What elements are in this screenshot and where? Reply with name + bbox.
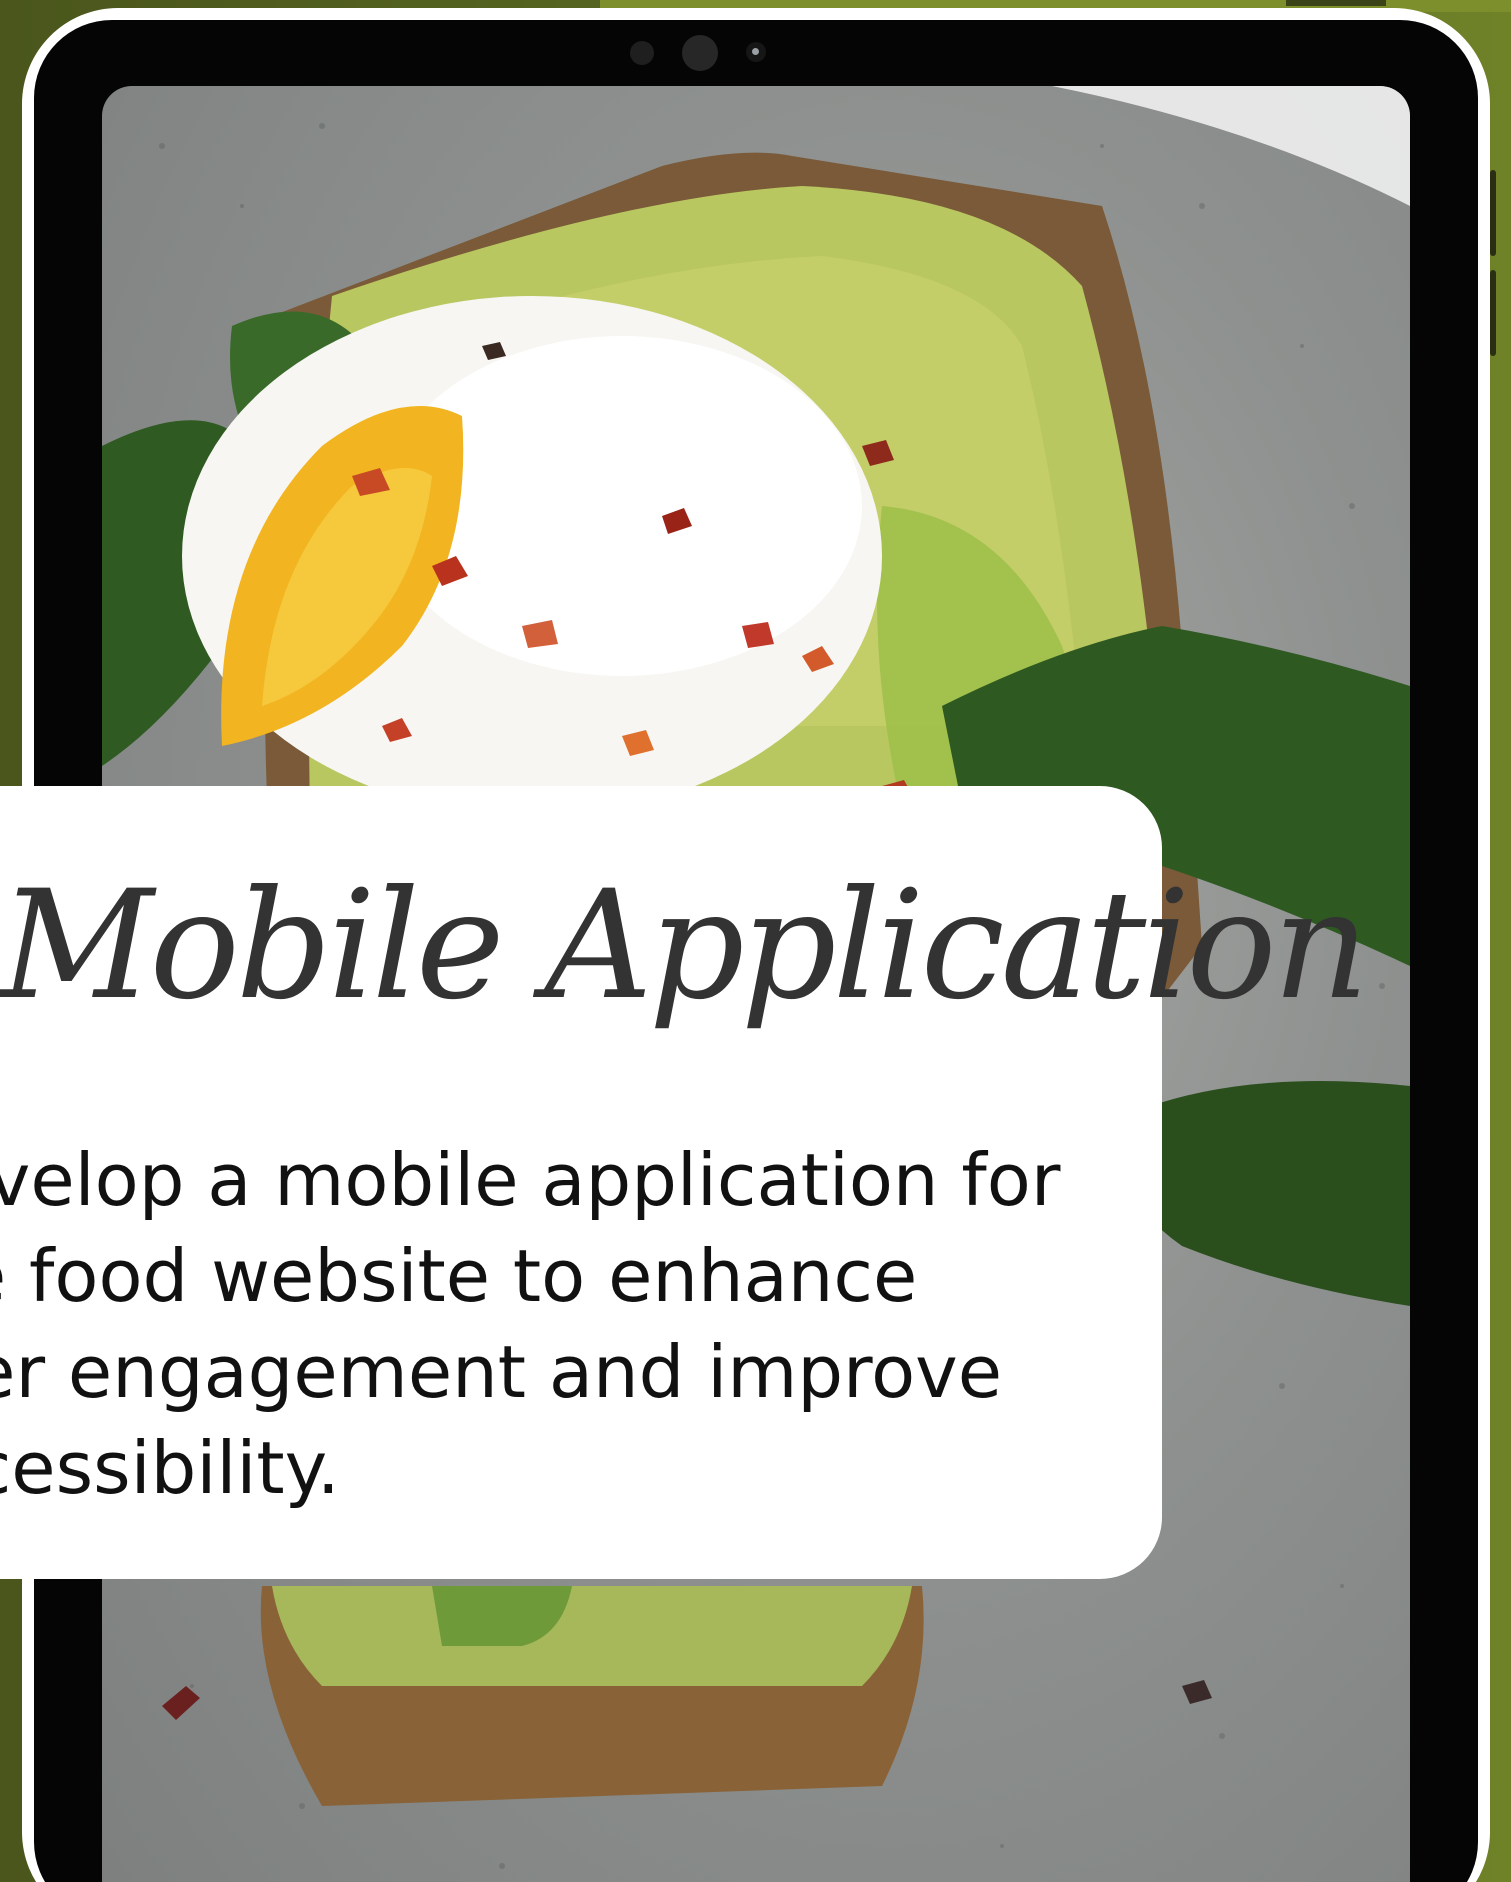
card-title: Mobile Application — [0, 859, 1369, 1033]
sensor-icon — [630, 41, 654, 65]
camera-icon — [682, 35, 718, 71]
volume-up-button — [1490, 170, 1496, 256]
camera-lens-icon — [746, 42, 766, 62]
volume-down-button — [1490, 270, 1496, 356]
stage: Mobile Application Develop a mobile appl… — [0, 0, 1511, 1882]
background-tab — [1286, 0, 1386, 6]
card-description: Develop a mobile application for the foo… — [0, 1138, 1061, 1510]
